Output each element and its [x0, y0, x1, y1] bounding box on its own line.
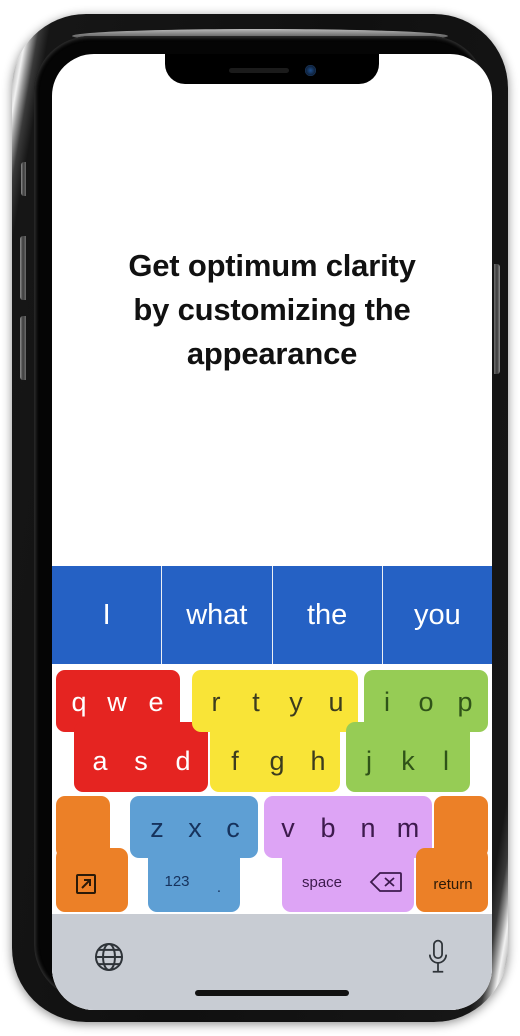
notch: [165, 54, 379, 84]
expand-key-bottom-segment: [56, 848, 128, 912]
return-key[interactable]: return: [416, 796, 488, 912]
mute-switch[interactable]: [21, 162, 26, 196]
microphone-icon[interactable]: [424, 938, 452, 976]
front-camera-icon: [304, 64, 316, 76]
red-bottom-segment: [74, 722, 208, 792]
prediction-item-1[interactable]: I: [52, 566, 163, 664]
phone-frame: Get optimum clarity by customizing the a…: [12, 14, 508, 1022]
green-key-block: i o p j k l: [346, 670, 488, 792]
key-cluster-area: q w e a s d r t y u f g h i o p j k l z …: [52, 666, 492, 916]
yellow-bottom-segment: [210, 722, 340, 792]
green-bottom-segment: [346, 722, 470, 792]
volume-up-button[interactable]: [20, 236, 26, 300]
home-indicator: [195, 990, 349, 996]
blue-key-block: z x c 123 .: [130, 796, 258, 912]
yellow-key-block: r t y u f g h: [192, 670, 358, 792]
purple-key-block: v b n m space: [264, 796, 432, 912]
speaker-grille-icon: [228, 67, 289, 73]
prediction-item-3[interactable]: the: [272, 566, 383, 664]
prediction-item-4[interactable]: you: [382, 566, 492, 664]
headline-line-2: by customizing the: [133, 292, 411, 328]
red-key-block: q w e a s d: [56, 670, 208, 792]
keyboard: I what the you q w e a s d r t y u f g h…: [52, 566, 492, 1010]
prediction-item-2[interactable]: what: [162, 566, 273, 664]
blue-bottom-segment: [148, 848, 240, 912]
expand-key[interactable]: [56, 796, 128, 912]
headline-line-1: Get optimum clarity: [128, 248, 416, 283]
page-title: Get optimum clarity by customizing the a…: [52, 244, 492, 376]
purple-bottom-segment: [282, 848, 414, 912]
headline-line-3: appearance: [186, 336, 358, 372]
prediction-bar: I what the you: [52, 566, 492, 664]
return-key-bottom-segment: [416, 848, 488, 912]
volume-down-button[interactable]: [20, 316, 26, 380]
power-button[interactable]: [494, 264, 500, 374]
phone-screen: Get optimum clarity by customizing the a…: [52, 54, 492, 1010]
globe-icon[interactable]: [92, 940, 126, 974]
